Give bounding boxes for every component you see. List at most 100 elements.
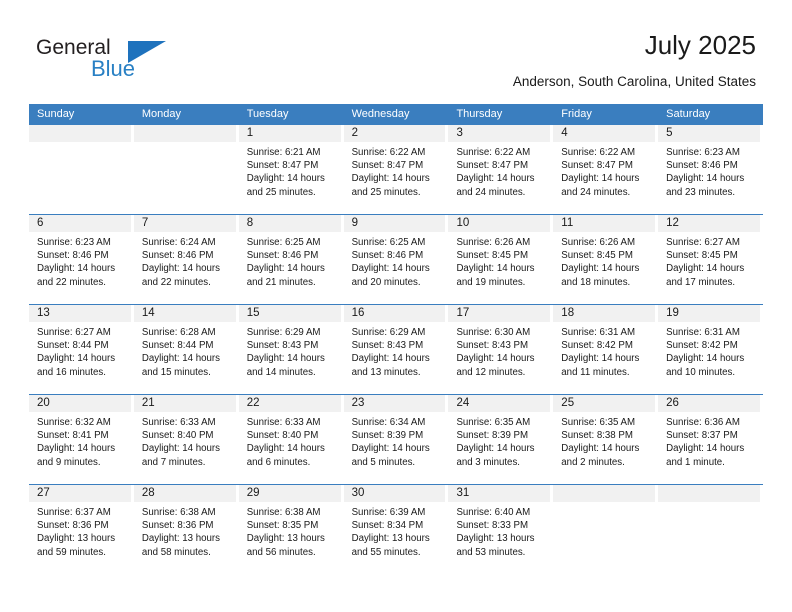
day-details: Sunrise: 6:31 AM Sunset: 8:42 PM Daylight:…: [553, 322, 658, 379]
day-number-band: 15: [238, 305, 341, 322]
calendar-day-cell[interactable]: 9 Sunrise: 6:25 AM Sunset: 8:46 PM Daylight…: [343, 215, 449, 304]
generalblue-logo[interactable]: General Blue: [36, 36, 216, 84]
calendar-day-cell[interactable]: 19 Sunrise: 6:31 AM Sunset: 8:42 PM Dayligh…: [658, 305, 764, 394]
day-number-band: 20: [29, 395, 131, 412]
day-number: 19: [666, 307, 679, 319]
calendar-day-cell[interactable]: 12 Sunrise: 6:27 AM Sunset: 8:45 PM Dayligh…: [658, 215, 764, 304]
day-details: Sunrise: 6:35 AM Sunset: 8:39 PM Daylight:…: [448, 412, 553, 469]
day-number: 15: [246, 307, 260, 319]
calendar-day-cell[interactable]: 24 Sunrise: 6:35 AM Sunset: 8:39 PM Dayligh…: [448, 395, 554, 484]
calendar-day-cell[interactable]: 31 Sunrise: 6:40 AM Sunset: 8:33 PM Dayligh…: [448, 485, 554, 574]
daylight-text: Daylight: 14 hours and 7 minutes.: [141, 443, 220, 468]
week-cells: 1 Sunrise: 6:21 AM Sunset: 8:47 PM Daylight…: [29, 125, 764, 214]
calendar-day-cell[interactable]: 5 Sunrise: 6:23 AM Sunset: 8:46 PM Daylight…: [658, 125, 764, 214]
day-number: 3: [456, 127, 463, 139]
calendar-day-cell[interactable]: 16 Sunrise: 6:29 AM Sunset: 8:43 PM Dayligh…: [343, 305, 449, 394]
day-number: 27: [37, 487, 50, 499]
day-number-band: 19: [658, 305, 761, 322]
daylight-text: Daylight: 14 hours and 18 minutes.: [561, 263, 640, 288]
day-number: 5: [666, 127, 673, 139]
sunrise-text: Sunrise: 6:37 AM: [37, 507, 111, 518]
sunset-text: Sunset: 8:43 PM: [351, 340, 424, 352]
calendar-day-cell[interactable]: 28 Sunrise: 6:38 AM Sunset: 8:36 PM Dayligh…: [133, 485, 239, 574]
calendar-day-cell[interactable]: 15 Sunrise: 6:29 AM Sunset: 8:43 PM Dayligh…: [238, 305, 344, 394]
day-number: 7: [141, 217, 149, 229]
sunset-text: Sunset: 8:46 PM: [246, 250, 319, 262]
day-number-band: 3: [448, 125, 551, 142]
day-number-band: [29, 125, 131, 142]
calendar-week-row: 20 Sunrise: 6:32 AM Sunset: 8:41 PM Dayligh…: [29, 394, 764, 484]
calendar-day-cell[interactable]: 6 Sunrise: 6:23 AM Sunset: 8:46 PM Daylight…: [29, 215, 134, 304]
sunset-text: Sunset: 8:40 PM: [141, 430, 214, 442]
sunset-text: Sunset: 8:39 PM: [351, 430, 424, 442]
calendar-day-cell[interactable]: 10 Sunrise: 6:26 AM Sunset: 8:45 PM Dayligh…: [448, 215, 554, 304]
calendar-day-cell[interactable]: 7 Sunrise: 6:24 AM Sunset: 8:46 PM Daylight…: [133, 215, 239, 304]
calendar-day-cell[interactable]: 25 Sunrise: 6:35 AM Sunset: 8:38 PM Dayligh…: [553, 395, 659, 484]
calendar-day-cell[interactable]: 13 Sunrise: 6:27 AM Sunset: 8:44 PM Dayligh…: [29, 305, 134, 394]
calendar-day-cell[interactable]: 1 Sunrise: 6:21 AM Sunset: 8:47 PM Daylight…: [238, 125, 344, 214]
sunrise-text: Sunrise: 6:25 AM: [351, 237, 426, 248]
calendar-day-cell[interactable]: 8 Sunrise: 6:25 AM Sunset: 8:46 PM Daylight…: [238, 215, 344, 304]
daylight-text: Daylight: 14 hours and 22 minutes.: [37, 263, 116, 288]
day-number: 4: [561, 127, 568, 139]
day-number: 18: [561, 307, 575, 319]
sunrise-text: Sunrise: 6:36 AM: [666, 417, 740, 428]
sunset-text: Sunset: 8:45 PM: [561, 250, 633, 262]
day-number-band: 11: [553, 215, 656, 232]
daylight-text: Daylight: 14 hours and 20 minutes.: [351, 263, 430, 288]
sunrise-text: Sunrise: 6:40 AM: [456, 507, 531, 518]
calendar-day-cell[interactable]: 27 Sunrise: 6:37 AM Sunset: 8:36 PM Dayligh…: [29, 485, 134, 574]
page-subtitle-location: Anderson, South Carolina, United States: [512, 74, 756, 89]
calendar-day-cell[interactable]: 18 Sunrise: 6:31 AM Sunset: 8:42 PM Dayligh…: [553, 305, 659, 394]
daylight-text: Daylight: 14 hours and 9 minutes.: [37, 443, 116, 468]
day-number-band: 9: [343, 215, 446, 232]
day-number: 22: [246, 397, 260, 409]
daylight-text: Daylight: 13 hours and 55 minutes.: [351, 533, 430, 558]
daylight-text: Daylight: 14 hours and 3 minutes.: [456, 443, 535, 468]
daylight-text: Daylight: 13 hours and 59 minutes.: [37, 533, 116, 558]
page-header: General Blue July 2025 Anderson, South C…: [0, 0, 792, 100]
sunset-text: Sunset: 8:47 PM: [246, 160, 319, 172]
daylight-text: Daylight: 14 hours and 2 minutes.: [561, 443, 640, 468]
daylight-text: Daylight: 14 hours and 24 minutes.: [456, 173, 535, 198]
day-details: Sunrise: 6:28 AM Sunset: 8:44 PM Daylight:…: [134, 322, 239, 379]
day-details: Sunrise: 6:26 AM Sunset: 8:45 PM Daylight:…: [553, 232, 658, 289]
week-cells: 6 Sunrise: 6:23 AM Sunset: 8:46 PM Daylight…: [29, 215, 764, 304]
sunrise-text: Sunrise: 6:31 AM: [666, 327, 740, 338]
sunrise-text: Sunrise: 6:34 AM: [351, 417, 426, 428]
calendar-day-cell[interactable]: 2 Sunrise: 6:22 AM Sunset: 8:47 PM Daylight…: [343, 125, 449, 214]
day-number-band: 21: [133, 395, 236, 412]
sunset-text: Sunset: 8:46 PM: [37, 250, 109, 262]
sunrise-text: Sunrise: 6:35 AM: [456, 417, 531, 428]
calendar-day-cell[interactable]: 14 Sunrise: 6:28 AM Sunset: 8:44 PM Dayligh…: [133, 305, 239, 394]
calendar-day-cell[interactable]: 23 Sunrise: 6:34 AM Sunset: 8:39 PM Dayligh…: [343, 395, 449, 484]
day-number-band: [658, 485, 761, 502]
calendar-day-cell[interactable]: 21 Sunrise: 6:33 AM Sunset: 8:40 PM Dayligh…: [133, 395, 239, 484]
calendar-day-cell[interactable]: 22 Sunrise: 6:33 AM Sunset: 8:40 PM Dayligh…: [238, 395, 344, 484]
calendar-day-cell[interactable]: 29 Sunrise: 6:38 AM Sunset: 8:35 PM Dayligh…: [238, 485, 344, 574]
sunset-text: Sunset: 8:36 PM: [37, 520, 109, 532]
day-number: 8: [246, 217, 254, 229]
calendar-empty-cell: [553, 485, 659, 574]
day-number: 23: [351, 397, 365, 409]
day-number-band: 5: [658, 125, 761, 142]
sunset-text: Sunset: 8:35 PM: [246, 520, 319, 532]
weekday-header-wednesday: Wednesday: [351, 108, 410, 120]
daylight-text: Daylight: 14 hours and 12 minutes.: [456, 353, 535, 378]
week-cells: 20 Sunrise: 6:32 AM Sunset: 8:41 PM Dayligh…: [29, 395, 764, 484]
sunset-text: Sunset: 8:47 PM: [351, 160, 424, 172]
day-details: Sunrise: 6:23 AM Sunset: 8:46 PM Daylight:…: [29, 232, 134, 289]
calendar-day-cell[interactable]: 20 Sunrise: 6:32 AM Sunset: 8:41 PM Dayligh…: [29, 395, 134, 484]
calendar-day-cell[interactable]: 11 Sunrise: 6:26 AM Sunset: 8:45 PM Dayligh…: [553, 215, 659, 304]
daylight-text: Daylight: 13 hours and 56 minutes.: [246, 533, 325, 558]
day-number-band: [553, 485, 656, 502]
day-number-band: 1: [238, 125, 341, 142]
day-details: Sunrise: 6:27 AM Sunset: 8:45 PM Daylight:…: [658, 232, 763, 289]
day-details: Sunrise: 6:39 AM Sunset: 8:34 PM Daylight:…: [344, 502, 449, 559]
calendar-day-cell[interactable]: 30 Sunrise: 6:39 AM Sunset: 8:34 PM Dayligh…: [343, 485, 449, 574]
calendar-day-cell[interactable]: 3 Sunrise: 6:22 AM Sunset: 8:47 PM Daylight…: [448, 125, 554, 214]
calendar-day-cell[interactable]: 17 Sunrise: 6:30 AM Sunset: 8:43 PM Dayligh…: [448, 305, 554, 394]
calendar-day-cell[interactable]: 26 Sunrise: 6:36 AM Sunset: 8:37 PM Dayligh…: [658, 395, 764, 484]
calendar-day-cell[interactable]: 4 Sunrise: 6:22 AM Sunset: 8:47 PM Daylight…: [553, 125, 659, 214]
day-details: Sunrise: 6:36 AM Sunset: 8:37 PM Daylight:…: [658, 412, 763, 469]
